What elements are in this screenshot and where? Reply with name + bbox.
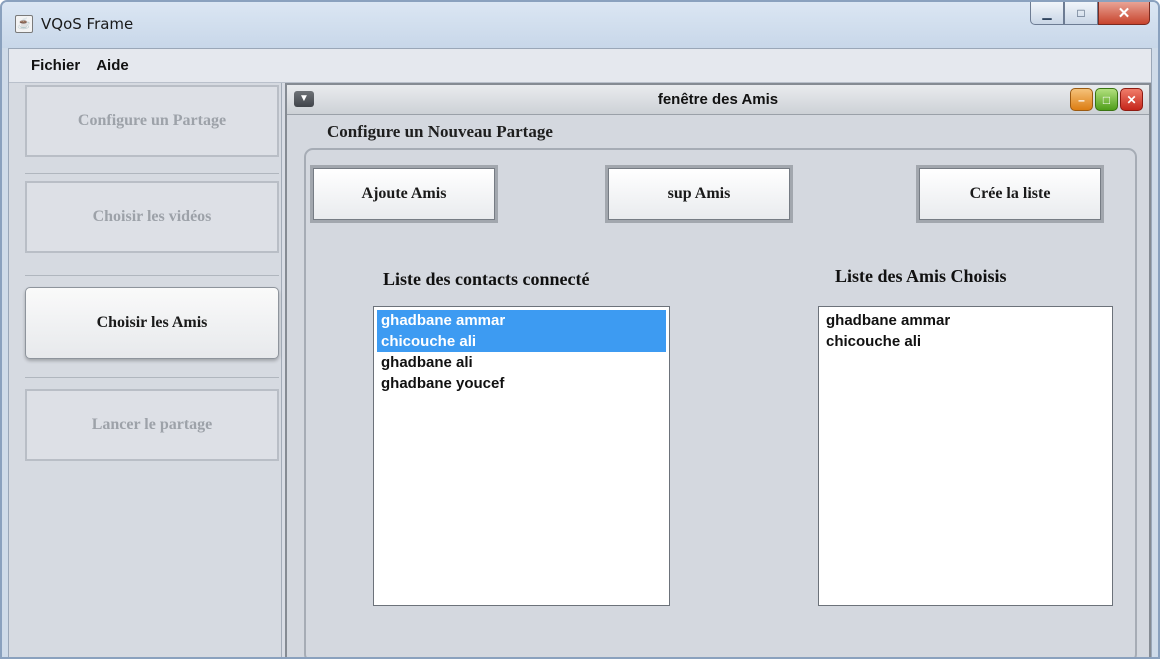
frame-minimize-icon[interactable]: –: [1070, 88, 1093, 111]
connected-list-label: Liste des contacts connecté: [383, 269, 590, 289]
minimize-button[interactable]: ▁: [1030, 2, 1064, 25]
list-item[interactable]: chicouche ali: [822, 331, 1109, 352]
list-item[interactable]: ghadbane ali: [377, 352, 666, 373]
chosen-list-label: Liste des Amis Choisis: [835, 266, 1007, 286]
close-button[interactable]: ✕: [1098, 2, 1150, 25]
internal-frame-title: fenêtre des Amis: [657, 91, 779, 108]
internal-frame-controls: – □ ✕: [1070, 88, 1143, 111]
window-controls: ▁ □ ✕: [1030, 2, 1150, 26]
ajoute-amis-button[interactable]: Ajoute Amis: [310, 165, 498, 223]
cree-liste-label: Crée la liste: [919, 168, 1101, 220]
maximize-button[interactable]: □: [1064, 2, 1098, 25]
java-icon[interactable]: ☕: [15, 15, 33, 33]
list-item[interactable]: ghadbane ammar: [822, 310, 1109, 331]
internal-frame-titlebar[interactable]: ▼ fenêtre des Amis – □ ✕: [287, 85, 1149, 115]
client-area: Fichier Aide Configure un Partage Choisi…: [8, 48, 1152, 657]
amis-internal-frame: ▼ fenêtre des Amis – □ ✕ Configure un No…: [285, 83, 1151, 657]
chosen-friends-list[interactable]: ghadbane ammar chicouche ali: [818, 306, 1113, 606]
connected-contacts-list[interactable]: ghadbane ammar chicouche ali ghadbane ali g…: [373, 306, 670, 606]
menu-aide[interactable]: Aide: [96, 57, 129, 74]
window-titlebar[interactable]: ☕ VQoS Frame ▁ □ ✕: [2, 2, 1158, 48]
sidebar-divider: [25, 173, 279, 174]
list-item[interactable]: chicouche ali: [377, 331, 666, 352]
window-title: VQoS Frame: [41, 15, 134, 33]
lancer-partage-button[interactable]: Lancer le partage: [25, 389, 279, 461]
choisir-videos-button[interactable]: Choisir les vidéos: [25, 181, 279, 253]
sup-amis-label: sup Amis: [608, 168, 790, 220]
list-item[interactable]: ghadbane youcef: [377, 373, 666, 394]
frame-maximize-icon[interactable]: □: [1095, 88, 1118, 111]
ajoute-amis-label: Ajoute Amis: [313, 168, 495, 220]
app-window: ☕ VQoS Frame ▁ □ ✕ Fichier Aide Configur…: [0, 0, 1160, 659]
sidebar: Configure un Partage Choisir les vidéos …: [9, 83, 282, 657]
menu-bar: Fichier Aide: [9, 49, 1151, 83]
section-title: Configure un Nouveau Partage: [327, 122, 553, 141]
sup-amis-button[interactable]: sup Amis: [605, 165, 793, 223]
cree-liste-button[interactable]: Crée la liste: [916, 165, 1104, 223]
menu-fichier[interactable]: Fichier: [31, 57, 80, 74]
list-item[interactable]: ghadbane ammar: [377, 310, 666, 331]
choisir-amis-button[interactable]: Choisir les Amis: [25, 287, 279, 359]
configure-partage-button[interactable]: Configure un Partage: [25, 85, 279, 157]
sidebar-divider: [25, 275, 279, 276]
frame-close-icon[interactable]: ✕: [1120, 88, 1143, 111]
sidebar-divider: [25, 377, 279, 378]
